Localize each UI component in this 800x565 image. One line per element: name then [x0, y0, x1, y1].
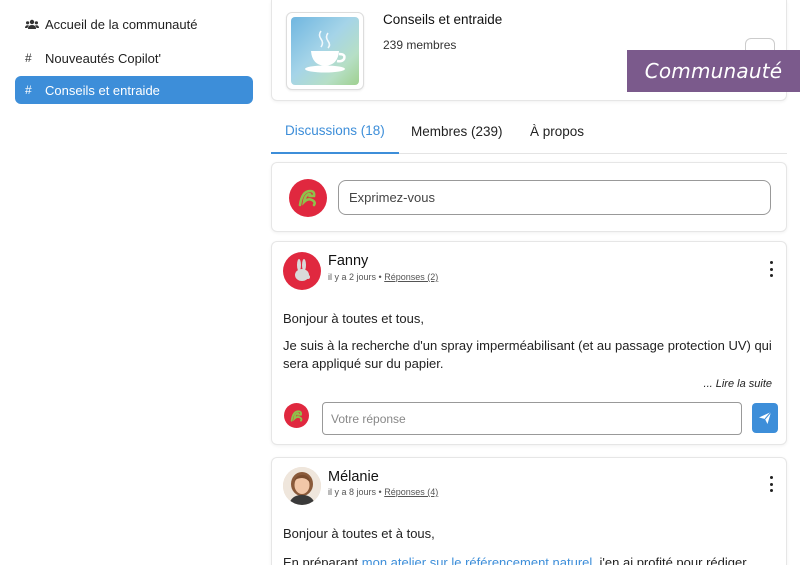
sidebar-item-accueil[interactable]: Accueil de la communauté [15, 10, 253, 38]
group-thumbnail [286, 12, 364, 90]
coffee-cup-icon [291, 17, 359, 85]
post-paragraph: Bonjour à toutes et à tous, [283, 526, 435, 541]
tab-membres[interactable]: Membres (239) [397, 108, 517, 154]
paragraph-text: , j'en ai profité pour rédiger [592, 555, 747, 565]
user-avatar-logo [284, 403, 309, 428]
post-replies-link[interactable]: Réponses (4) [384, 487, 438, 497]
post-meta: il y a 8 jours • Réponses (4) [328, 487, 438, 497]
user-avatar-logo [289, 179, 327, 217]
meta-separator: • [378, 272, 382, 282]
composer-input[interactable] [338, 180, 771, 215]
post-author: Mélanie [328, 469, 379, 485]
sidebar-item-conseils[interactable]: # Conseils et entraide [15, 76, 253, 104]
paper-plane-icon [759, 411, 772, 424]
post-composer [271, 162, 787, 232]
send-button[interactable] [752, 403, 778, 433]
post-paragraph: Bonjour à toutes et tous, [283, 311, 424, 326]
paragraph-text: En préparant [283, 555, 362, 565]
sidebar-item-label: Nouveautés Copilot' [45, 50, 161, 66]
post-card: Fanny il y a 2 jours • Réponses (2) Bonj… [271, 241, 787, 445]
post-paragraph: En préparant mon atelier sur le référenc… [283, 554, 778, 565]
reply-input[interactable] [322, 402, 742, 435]
meta-separator: • [378, 487, 382, 497]
post-replies-link[interactable]: Réponses (2) [384, 272, 438, 282]
post-card: Mélanie il y a 8 jours • Réponses (4) Bo… [271, 457, 787, 565]
post-meta: il y a 2 jours • Réponses (2) [328, 272, 438, 282]
tab-a-propos[interactable]: À propos [516, 108, 598, 154]
community-banner: Communauté [627, 50, 800, 92]
group-name: Conseils et entraide [383, 12, 503, 27]
group-member-count: 239 membres [383, 38, 457, 52]
more-options-icon[interactable] [766, 476, 776, 492]
banner-label: Communauté [644, 59, 783, 83]
post-paragraph: Je suis à la recherche d'un spray imperm… [283, 338, 772, 371]
post-time: il y a 2 jours [328, 272, 377, 282]
users-icon [25, 19, 41, 30]
sidebar: Accueil de la communauté # Nouveautés Co… [0, 0, 262, 565]
sidebar-item-label: Accueil de la communauté [45, 16, 198, 32]
post-time: il y a 8 jours [328, 487, 377, 497]
read-more-link[interactable]: ... Lire la suite [704, 378, 772, 390]
atelier-link[interactable]: mon atelier sur le référencement naturel [362, 555, 593, 565]
rabbit-avatar [283, 252, 321, 290]
person-avatar [283, 467, 321, 505]
hash-icon: # [25, 83, 32, 97]
post-author: Fanny [328, 253, 369, 269]
tab-discussions[interactable]: Discussions (18) [271, 108, 399, 154]
tabs-bar: Discussions (18) Membres (239) À propos [271, 108, 787, 154]
more-options-icon[interactable] [766, 261, 776, 277]
hash-icon: # [25, 51, 32, 65]
sidebar-item-nouveautes[interactable]: # Nouveautés Copilot' [15, 44, 253, 72]
sidebar-item-label: Conseils et entraide [45, 82, 160, 98]
